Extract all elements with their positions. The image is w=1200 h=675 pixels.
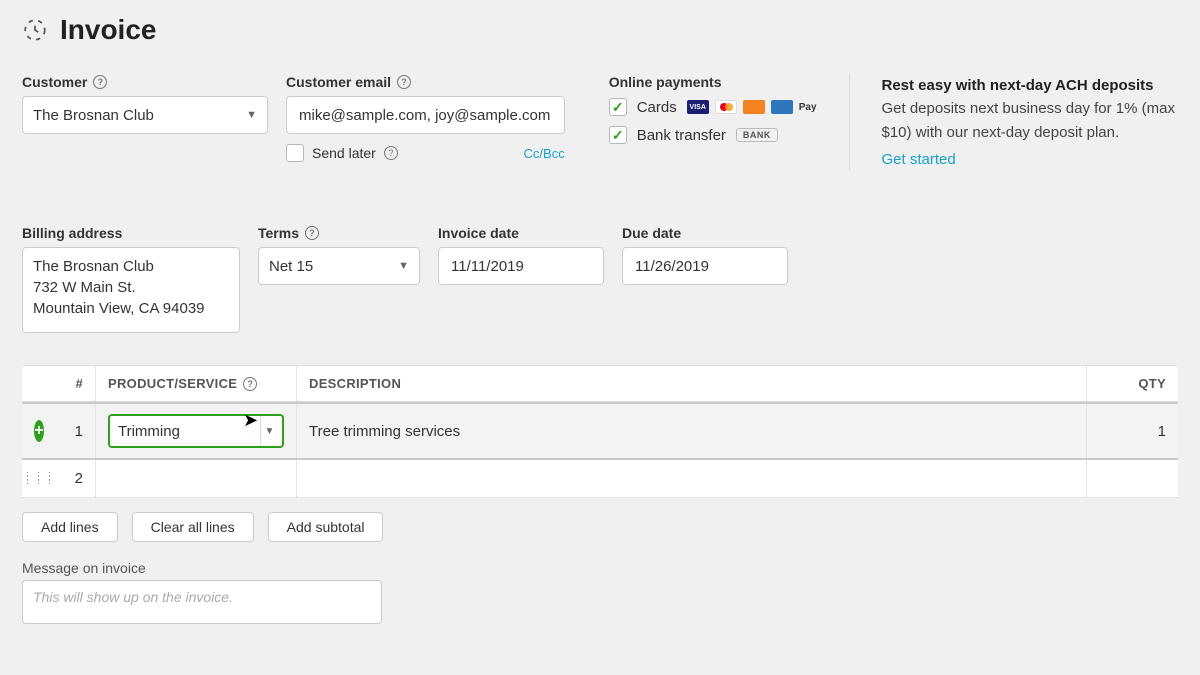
help-icon[interactable]: ? [397,75,411,89]
visa-icon: VISA [687,100,709,114]
qty-cell[interactable] [1086,460,1178,497]
ccbcc-link[interactable]: Cc/Bcc [524,146,565,161]
terms-value: Net 15 [269,258,313,275]
vertical-divider [849,74,850,171]
invoice-date-block: Invoice date 11/11/2019 [438,225,604,333]
description-cell[interactable]: Tree trimming services [296,404,1086,458]
add-lines-button[interactable]: Add lines [22,512,118,542]
billing-label: Billing address [22,225,122,241]
add-row-button[interactable]: + [34,420,44,442]
invoice-date-label: Invoice date [438,225,519,241]
promo-body: Get deposits next business day for 1% (m… [882,97,1179,144]
page-header: Invoice [22,14,1178,46]
message-label: Message on invoice [22,560,1178,576]
customer-select[interactable]: The Brosnan Club ▼ [22,96,268,134]
card-icons: VISA Pay [687,100,817,114]
online-payments-title: Online payments [609,74,817,90]
add-subtotal-button[interactable]: Add subtotal [268,512,384,542]
mastercard-icon [715,100,737,114]
promo-title: Rest easy with next-day ACH deposits [882,74,1179,97]
row-num: 1 [56,404,96,458]
chevron-down-icon: ▼ [246,109,257,121]
due-date-input[interactable]: 11/26/2019 [622,247,788,285]
email-block: Customer email ? mike@sample.com, joy@sa… [286,74,565,171]
invoice-icon [22,17,48,43]
due-date-label: Due date [622,225,681,241]
email-label: Customer email [286,74,391,90]
billing-block: Billing address The Brosnan Club 732 W M… [22,225,240,333]
promo-link[interactable]: Get started [882,148,956,171]
message-block: Message on invoice This will show up on … [22,560,1178,624]
cards-checkbox[interactable] [609,98,627,116]
discover-icon [743,100,765,114]
table-header: # PRODUCT/SERVICE ? DESCRIPTION QTY [22,365,1178,402]
promo-block: Rest easy with next-day ACH deposits Get… [882,74,1179,171]
row-num: 2 [56,460,96,497]
due-date-block: Due date 11/26/2019 [622,225,788,333]
table-row[interactable]: ⋮⋮⋮⋮⋮⋮ 2 [22,460,1178,498]
message-textarea[interactable]: This will show up on the invoice. [22,580,382,624]
terms-label: Terms [258,225,299,241]
billing-address-input[interactable]: The Brosnan Club 732 W Main St. Mountain… [22,247,240,333]
email-value: mike@sample.com, joy@sample.com [299,107,550,124]
clear-all-lines-button[interactable]: Clear all lines [132,512,254,542]
customer-label: Customer [22,74,87,90]
apple-pay-icon: Pay [799,102,817,113]
help-icon[interactable]: ? [93,75,107,89]
table-row[interactable]: + 1 Trimming ▼ Tree trimming services 1 [22,402,1178,460]
help-icon[interactable]: ? [243,377,257,391]
online-payments-block: Online payments Cards VISA Pay Bank tran… [609,74,817,171]
bank-transfer-label: Bank transfer [637,127,726,144]
invoice-date-input[interactable]: 11/11/2019 [438,247,604,285]
bank-badge: BANK [736,128,778,142]
customer-value: The Brosnan Club [33,107,154,124]
qty-cell[interactable]: 1 [1086,404,1178,458]
description-cell[interactable] [296,460,1086,497]
send-later-label: Send later [312,145,376,161]
terms-block: Terms ? Net 15 ▼ [258,225,420,333]
help-icon[interactable]: ? [305,226,319,240]
send-later-checkbox[interactable] [286,144,304,162]
amex-icon [771,100,793,114]
chevron-down-icon: ▼ [398,260,409,272]
chevron-down-icon: ▼ [260,416,282,446]
col-num: # [56,366,96,401]
drag-handle-icon[interactable]: ⋮⋮⋮⋮⋮⋮ [23,475,56,483]
bank-transfer-checkbox[interactable] [609,126,627,144]
page-title: Invoice [60,14,156,46]
line-items-table: # PRODUCT/SERVICE ? DESCRIPTION QTY + 1 … [22,365,1178,498]
col-product: PRODUCT/SERVICE [108,376,237,391]
col-qty: QTY [1086,366,1178,401]
product-cell[interactable] [96,460,296,497]
cards-label: Cards [637,99,677,116]
product-select[interactable]: Trimming ▼ [108,414,284,448]
email-input[interactable]: mike@sample.com, joy@sample.com [286,96,565,134]
customer-block: Customer ? The Brosnan Club ▼ [22,74,268,171]
terms-select[interactable]: Net 15 ▼ [258,247,420,285]
help-icon[interactable]: ? [384,146,398,160]
col-description: DESCRIPTION [296,366,1086,401]
